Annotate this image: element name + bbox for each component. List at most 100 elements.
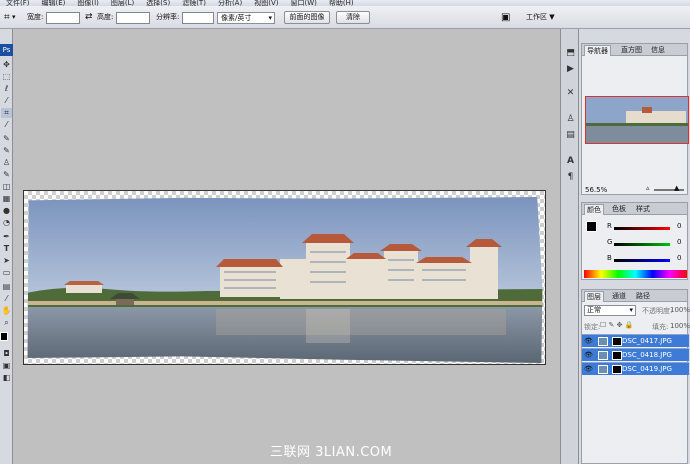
width-input[interactable]	[46, 12, 80, 24]
blend-mode-select[interactable]: 正常 ▾	[584, 305, 636, 316]
clear-button[interactable]: 清除	[336, 11, 370, 24]
unit-value: 像素/英寸	[221, 14, 252, 22]
lock-label: 锁定:	[584, 323, 601, 331]
g-slider[interactable]	[614, 243, 670, 246]
lasso-tool-icon[interactable]: ℓ	[1, 84, 12, 94]
b-value[interactable]: 0	[677, 254, 681, 262]
lock-icons[interactable]: ☐ ✎ ✥ 🔒	[600, 321, 633, 329]
layer-comps-icon[interactable]: ▤	[564, 129, 577, 141]
fill-value[interactable]: 100%	[670, 322, 690, 330]
panels-column: 导航器 直方图 信息 56.5% ▵ ▲ 颜色 色板 样式 R 0 G 0 B …	[579, 29, 690, 464]
jump-to-imageready-icon[interactable]: ◧	[1, 373, 12, 383]
tab-styles[interactable]: 样式	[634, 204, 652, 215]
eyedropper-2-icon[interactable]: ⁄	[1, 294, 12, 304]
channel-g-label: G	[607, 238, 613, 246]
tab-channels[interactable]: 通道	[610, 291, 628, 302]
r-value[interactable]: 0	[677, 222, 681, 230]
layer-name[interactable]: DSC_0419.JPG	[622, 363, 672, 376]
zoom-slider-thumb-icon[interactable]: ▲	[674, 184, 679, 192]
height-input[interactable]	[116, 12, 150, 24]
eraser-icon[interactable]: ◫	[1, 182, 12, 192]
ps-logo[interactable]: Ps	[0, 44, 13, 56]
channel-b-label: B	[607, 254, 612, 262]
front-image-button[interactable]: 前面的图像	[284, 11, 330, 24]
chevron-down-icon: ▾	[629, 306, 633, 314]
pen-tool-icon[interactable]: ✒	[1, 232, 12, 242]
tab-paths[interactable]: 路径	[634, 291, 652, 302]
document-canvas[interactable]	[23, 190, 546, 365]
play-action-icon[interactable]: ▶	[564, 63, 577, 75]
fg-color-swatch[interactable]	[586, 221, 597, 232]
panel-dock-icons: ⬒ ▶ ✕ ♙ ▤ A ¶	[560, 29, 579, 464]
healing-brush-icon[interactable]: ✎	[1, 134, 12, 144]
type-tool-icon[interactable]: T	[1, 244, 12, 254]
navigator-tabs: 导航器 直方图 信息	[582, 44, 687, 56]
hand-tool-icon[interactable]: ✋	[1, 306, 12, 316]
resolution-input[interactable]	[182, 12, 214, 24]
opacity-value[interactable]: 100%	[670, 306, 690, 314]
swap-icon[interactable]: ⇄	[85, 6, 93, 29]
screen-mode-icon[interactable]: ▣	[1, 361, 12, 371]
r-slider[interactable]	[614, 227, 670, 230]
opacity-label: 不透明度:	[642, 307, 673, 315]
clone-source-icon[interactable]: ♙	[564, 113, 577, 125]
tab-navigator[interactable]: 导航器	[584, 45, 611, 56]
zoom-out-icon[interactable]: ▵	[646, 184, 650, 192]
eye-icon[interactable]: 👁	[584, 352, 593, 359]
navigator-thumbnail[interactable]	[585, 96, 689, 144]
blur-tool-icon[interactable]: ●	[1, 206, 12, 216]
shape-tool-icon[interactable]: ▭	[1, 268, 12, 278]
gradient-tool-icon[interactable]: ▦	[1, 194, 12, 204]
move-tool-icon[interactable]: ✥	[1, 60, 12, 70]
history-brush-icon[interactable]: ✎	[1, 170, 12, 180]
layer-name[interactable]: DSC_0418.JPG	[622, 349, 672, 362]
eye-icon[interactable]: 👁	[584, 338, 593, 345]
tab-swatches[interactable]: 色板	[610, 204, 628, 215]
tab-info[interactable]: 信息	[649, 45, 667, 56]
eyedropper-icon[interactable]: ⁄	[1, 120, 12, 130]
layer-row[interactable]: 👁 DSC_0419.JPG	[582, 362, 689, 375]
layer-row[interactable]: 👁 DSC_0417.JPG	[582, 334, 689, 347]
zoom-tool-icon[interactable]: ⌕	[1, 318, 12, 328]
foreground-color-swatch[interactable]	[0, 332, 8, 341]
notes-tool-icon[interactable]: ▤	[1, 282, 12, 292]
brush-preset-icon[interactable]: ⬒	[564, 47, 577, 59]
zoom-slider[interactable]	[654, 189, 684, 191]
brush-tool-icon[interactable]: ✎	[1, 146, 12, 156]
magic-wand-icon[interactable]: ⁄	[1, 96, 12, 106]
workspace-menu[interactable]: 工作区 ▼	[526, 6, 555, 29]
channel-r-label: R	[607, 222, 612, 230]
fill-label: 填充:	[652, 323, 669, 331]
layer-row[interactable]: 👁 DSC_0418.JPG	[582, 348, 689, 361]
unit-select[interactable]: 像素/英寸 ▾	[217, 12, 275, 24]
quick-mask-icon[interactable]: ◘	[1, 349, 12, 359]
chevron-down-icon: ▾	[268, 14, 272, 22]
character-icon[interactable]: A	[564, 155, 577, 167]
zoom-level[interactable]: 56.5%	[585, 186, 607, 194]
navigator-panel: 导航器 直方图 信息 56.5% ▵ ▲	[581, 43, 689, 195]
crop-tool-icon[interactable]: ⌗	[4, 6, 10, 29]
tool-preset-icon[interactable]: ✕	[564, 87, 577, 99]
bridge-icon[interactable]: ▣	[501, 6, 510, 29]
path-select-icon[interactable]: ➤	[1, 256, 12, 266]
tab-color[interactable]: 颜色	[584, 204, 604, 215]
layers-tabs: 图层 通道 路径	[582, 290, 687, 302]
tab-layers[interactable]: 图层	[584, 291, 604, 302]
layer-thumbnail	[598, 365, 608, 374]
paragraph-icon[interactable]: ¶	[564, 171, 577, 183]
layer-thumbnail	[598, 337, 608, 346]
tool-preset-chevron-icon[interactable]: ▾	[12, 6, 16, 29]
layer-thumbnail	[598, 351, 608, 360]
dodge-tool-icon[interactable]: ◔	[1, 218, 12, 228]
eye-icon[interactable]: 👁	[584, 366, 593, 373]
layer-name[interactable]: DSC_0417.JPG	[622, 335, 672, 348]
color-spectrum-bar[interactable]	[584, 270, 687, 278]
crop-tool-icon[interactable]: ⌗	[1, 108, 12, 118]
tab-histogram[interactable]: 直方图	[619, 45, 644, 56]
marquee-tool-icon[interactable]: ⬚	[1, 72, 12, 82]
watermark: 三联网 3LIAN.COM	[270, 445, 393, 460]
g-value[interactable]: 0	[677, 238, 681, 246]
clone-stamp-icon[interactable]: ♙	[1, 158, 12, 168]
b-slider[interactable]	[614, 259, 670, 262]
resolution-label: 分辨率:	[156, 13, 180, 21]
